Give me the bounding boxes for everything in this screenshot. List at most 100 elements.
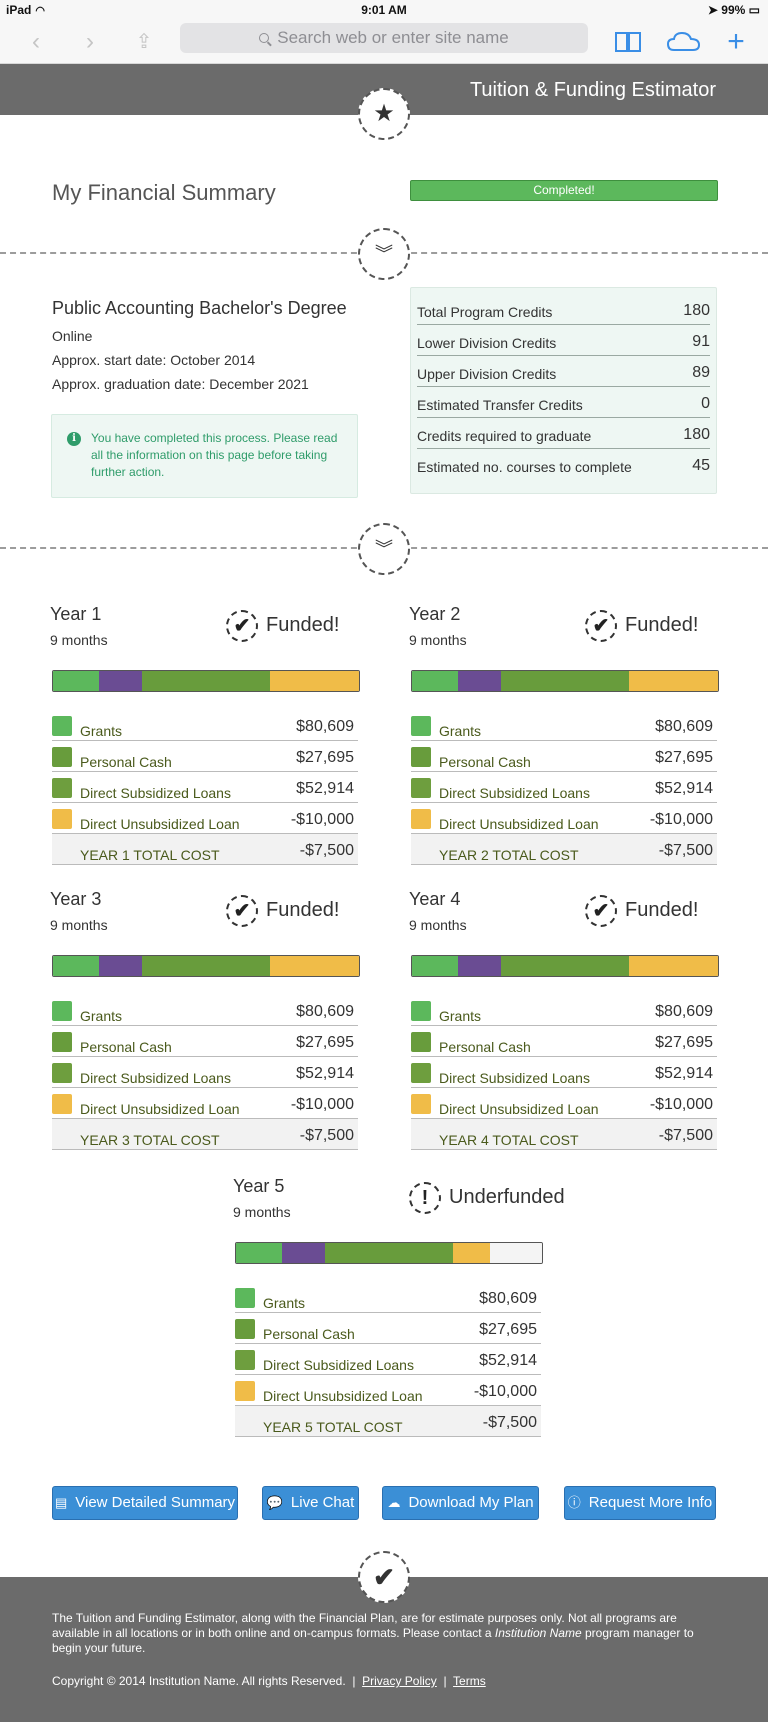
funding-bar-segment bbox=[457, 671, 501, 691]
funding-value: $52,914 bbox=[296, 1065, 354, 1082]
year-total-row: YEAR 1 TOTAL COST -$7,500 bbox=[52, 834, 358, 865]
back-icon[interactable]: ‹ bbox=[20, 26, 52, 58]
total-value: -$7,500 bbox=[658, 842, 713, 859]
credits-table: Total Program Credits 180 Lower Division … bbox=[410, 287, 717, 494]
funding-row: Personal Cash $27,695 bbox=[235, 1313, 541, 1344]
button-label: Live Chat bbox=[290, 1494, 355, 1511]
privacy-policy-link[interactable]: Privacy Policy bbox=[362, 1674, 437, 1688]
funding-label: Personal Cash bbox=[80, 754, 172, 770]
funding-table: Grants $80,609 Personal Cash $27,695 Direct … bbox=[411, 995, 717, 1150]
year-total-row: YEAR 3 TOTAL COST -$7,500 bbox=[52, 1119, 358, 1150]
total-label: YEAR 3 TOTAL COST bbox=[80, 1132, 220, 1148]
total-value: -$7,500 bbox=[299, 842, 354, 859]
credit-row: Lower Division Credits 91 bbox=[417, 325, 710, 356]
funding-label: Grants bbox=[263, 1295, 306, 1311]
year-total-row: YEAR 5 TOTAL COST -$7,500 bbox=[235, 1406, 541, 1437]
terms-link[interactable]: Terms bbox=[453, 1674, 486, 1688]
funding-bar bbox=[52, 670, 360, 692]
funding-value: -$10,000 bbox=[290, 1096, 354, 1113]
check-icon: ✔ bbox=[226, 610, 258, 642]
funding-bar bbox=[235, 1242, 543, 1264]
color-swatch bbox=[411, 809, 431, 829]
funding-value: $27,695 bbox=[296, 1034, 354, 1051]
download-plan-button[interactable]: ☁ Download My Plan bbox=[382, 1486, 539, 1520]
cloud-download-icon: ☁ bbox=[387, 1495, 401, 1510]
credit-row: Total Program Credits 180 bbox=[417, 294, 710, 325]
year-total-row: YEAR 2 TOTAL COST -$7,500 bbox=[411, 834, 717, 865]
expand-badge[interactable]: ︾ bbox=[358, 228, 410, 280]
funding-row: Direct Subsidized Loans $52,914 bbox=[411, 1057, 717, 1088]
live-chat-button[interactable]: 💬 Live Chat bbox=[262, 1486, 359, 1520]
year-title: Year 5 bbox=[233, 1176, 285, 1196]
funding-bar-segment bbox=[629, 671, 718, 691]
new-tab-icon[interactable]: + bbox=[720, 26, 752, 58]
address-placeholder: Search web or enter site name bbox=[277, 28, 509, 47]
page-title: My Financial Summary bbox=[52, 180, 276, 205]
funding-label: Direct Unsubsidized Loan bbox=[263, 1388, 423, 1404]
funding-bar-segment bbox=[98, 956, 142, 976]
credit-label: Credits required to graduate bbox=[417, 428, 592, 444]
funding-value: $52,914 bbox=[655, 1065, 713, 1082]
funding-bar bbox=[411, 670, 719, 692]
funding-row: Grants $80,609 bbox=[235, 1282, 541, 1313]
button-label: View Detailed Summary bbox=[75, 1494, 236, 1511]
color-swatch bbox=[52, 1001, 72, 1021]
bookmarks-icon[interactable] bbox=[612, 26, 644, 58]
year-title: Year 2 bbox=[409, 604, 461, 624]
funding-value: -$10,000 bbox=[473, 1383, 537, 1400]
year-duration: 9 months bbox=[50, 917, 108, 933]
color-swatch bbox=[52, 747, 72, 767]
check-badge: ✔ bbox=[358, 1551, 410, 1603]
credit-value: 45 bbox=[692, 457, 710, 474]
funding-label: Direct Unsubsidized Loan bbox=[80, 1101, 240, 1117]
funding-row: Direct Unsubsidized Loan -$10,000 bbox=[52, 1088, 358, 1119]
color-swatch bbox=[235, 1288, 255, 1308]
credit-value: 180 bbox=[683, 302, 710, 319]
color-swatch bbox=[411, 1001, 431, 1021]
program-graduation-date: Approx. graduation date: December 2021 bbox=[52, 376, 309, 392]
expand-badge[interactable]: ︾ bbox=[358, 523, 410, 575]
check-icon: ✔ bbox=[226, 895, 258, 927]
funding-label: Direct Unsubsidized Loan bbox=[80, 816, 240, 832]
year-title: Year 3 bbox=[50, 889, 102, 909]
disclaimer: The Tuition and Funding Estimator, along… bbox=[52, 1611, 712, 1656]
funding-status-label: Funded! bbox=[625, 899, 699, 921]
credit-label: Estimated no. courses to complete bbox=[417, 459, 632, 475]
funding-bar-segment bbox=[489, 1243, 542, 1263]
share-icon[interactable]: ⇪ bbox=[128, 26, 160, 58]
funding-bar-segment bbox=[141, 671, 271, 691]
forward-icon[interactable]: › bbox=[74, 26, 106, 58]
color-swatch bbox=[52, 1063, 72, 1083]
funding-bar bbox=[52, 955, 360, 977]
browser-toolbar: ‹ › ⇪ Search web or enter site name + bbox=[0, 20, 768, 64]
funding-label: Personal Cash bbox=[263, 1326, 355, 1342]
cloud-icon[interactable] bbox=[666, 26, 702, 58]
funding-value: $80,609 bbox=[655, 718, 713, 735]
funding-row: Direct Subsidized Loans $52,914 bbox=[52, 1057, 358, 1088]
funding-row: Direct Unsubsidized Loan -$10,000 bbox=[235, 1375, 541, 1406]
button-label: Download My Plan bbox=[408, 1494, 534, 1511]
completion-progress-bar: Completed! bbox=[410, 180, 718, 201]
funding-label: Grants bbox=[80, 1008, 123, 1024]
funding-row: Personal Cash $27,695 bbox=[52, 1026, 358, 1057]
color-swatch bbox=[411, 778, 431, 798]
funding-label: Personal Cash bbox=[439, 754, 531, 770]
funding-row: Grants $80,609 bbox=[411, 710, 717, 741]
funding-row: Direct Subsidized Loans $52,914 bbox=[235, 1344, 541, 1375]
total-label: YEAR 2 TOTAL COST bbox=[439, 847, 579, 863]
funding-bar-segment bbox=[281, 1243, 325, 1263]
star-icon: ★ bbox=[364, 94, 404, 134]
funding-row: Personal Cash $27,695 bbox=[411, 1026, 717, 1057]
funding-bar-segment bbox=[457, 956, 501, 976]
funding-value: $27,695 bbox=[479, 1321, 537, 1338]
request-info-button[interactable]: ⓘ Request More Info bbox=[564, 1486, 716, 1520]
address-bar[interactable]: Search web or enter site name bbox=[180, 23, 588, 53]
funding-value: $27,695 bbox=[655, 749, 713, 766]
funding-table: Grants $80,609 Personal Cash $27,695 Direct … bbox=[52, 710, 358, 865]
funding-label: Grants bbox=[439, 1008, 482, 1024]
color-swatch bbox=[235, 1319, 255, 1339]
clock: 9:01 AM bbox=[361, 3, 407, 17]
credit-value: 0 bbox=[701, 395, 710, 412]
view-detailed-summary-button[interactable]: ▤ View Detailed Summary bbox=[52, 1486, 238, 1520]
funding-value: $80,609 bbox=[296, 718, 354, 735]
